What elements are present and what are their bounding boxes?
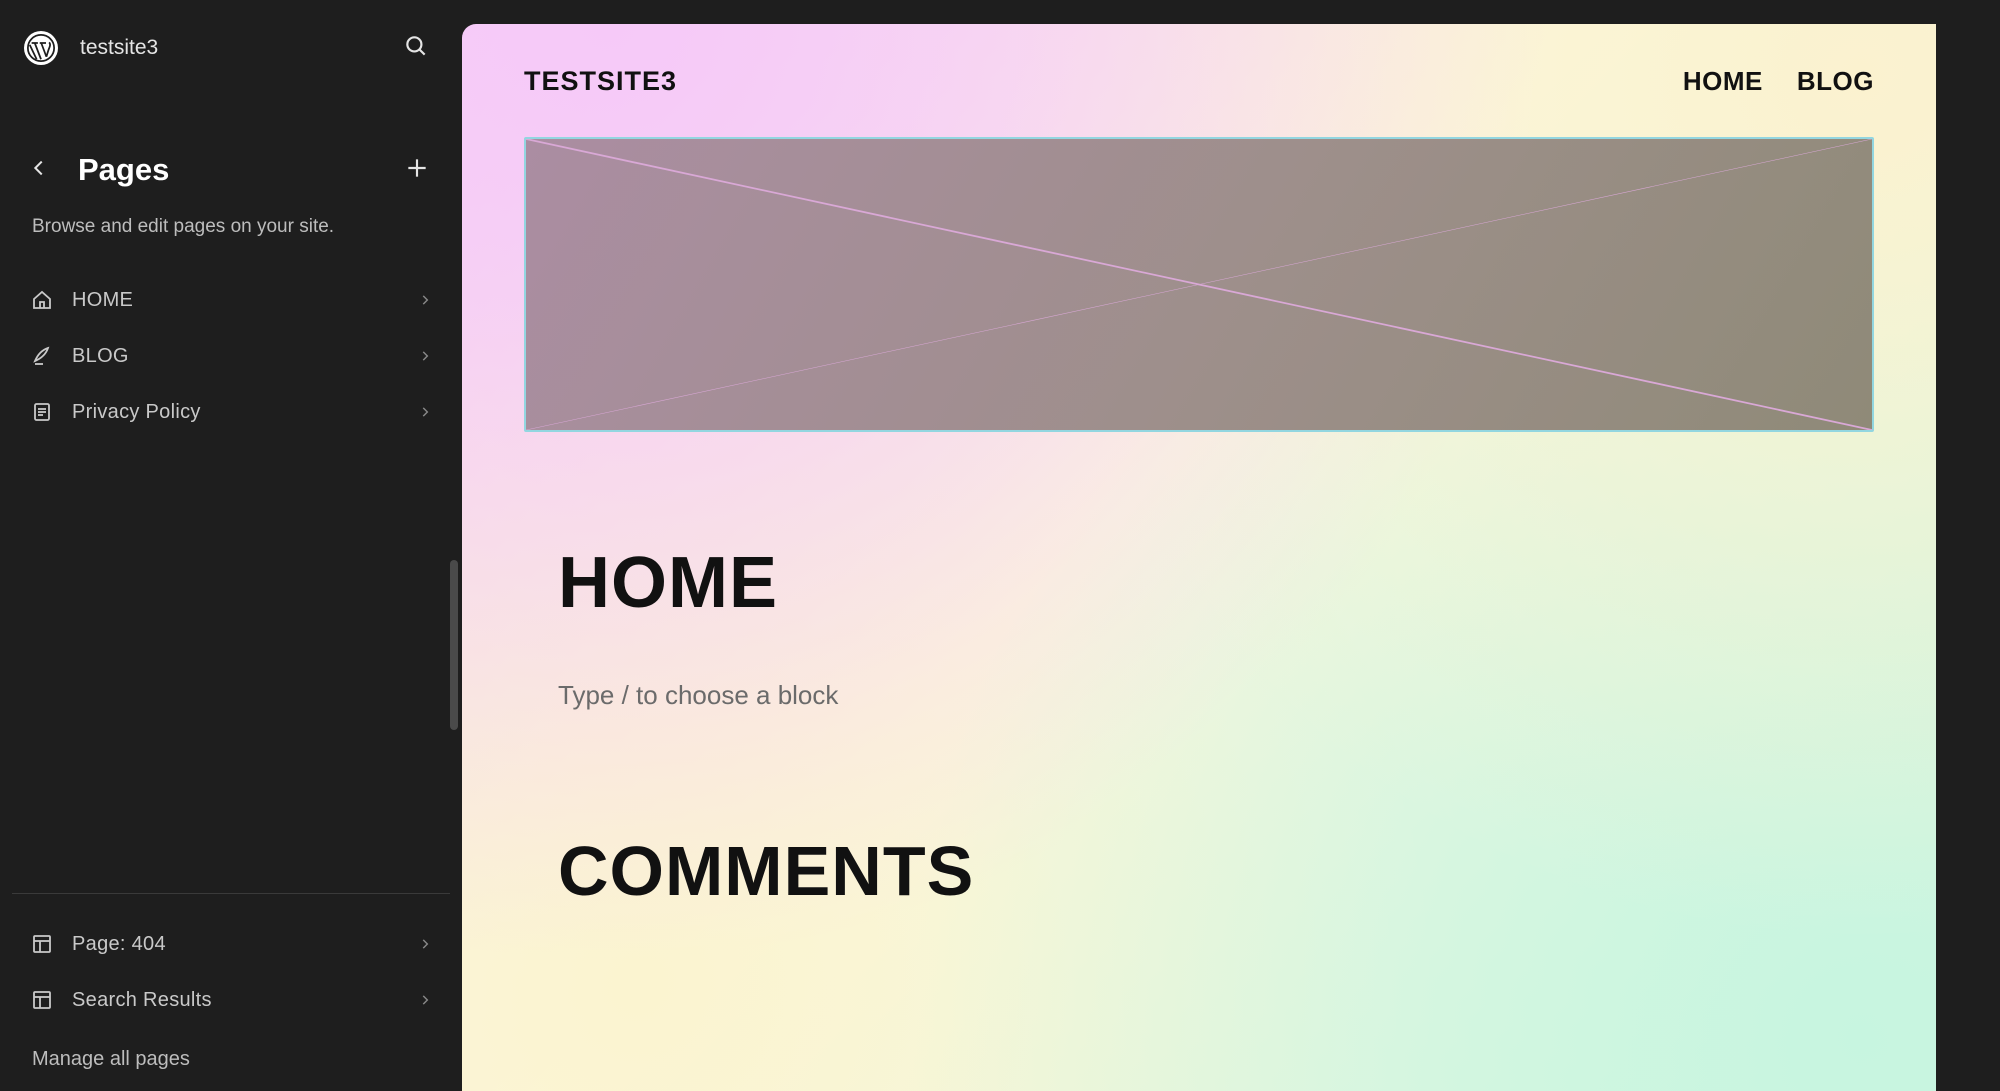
page-item-home[interactable]: HOME [10, 272, 452, 328]
back-button[interactable] [22, 153, 56, 187]
preview-nav-blog[interactable]: BLOG [1797, 66, 1874, 97]
window-right-edge [1936, 24, 1976, 1091]
section-title: Pages [56, 152, 400, 188]
chevron-right-icon [416, 293, 434, 307]
page-item-label: Privacy Policy [56, 401, 416, 424]
section-header: Pages [0, 92, 462, 206]
site-name[interactable]: testsite3 [58, 36, 398, 60]
layout-icon [28, 986, 56, 1014]
chevron-left-icon [28, 157, 50, 184]
scrollbar-thumb[interactable] [450, 560, 458, 730]
search-button[interactable] [398, 30, 434, 66]
featured-image-placeholder[interactable] [524, 137, 1874, 432]
pen-icon [28, 342, 56, 370]
page-item-label: BLOG [56, 345, 416, 368]
section-description: Browse and edit pages on your site. [0, 206, 462, 266]
preview-site-title[interactable]: TESTSITE3 [524, 66, 1683, 97]
page-item-privacy[interactable]: Privacy Policy [10, 384, 452, 440]
preview-page-title[interactable]: HOME [558, 542, 1936, 624]
wordpress-logo-icon[interactable] [24, 31, 58, 65]
preview-nav: HOME BLOG [1683, 66, 1874, 97]
manage-all-pages-link[interactable]: Manage all pages [10, 1028, 452, 1091]
app-root: testsite3 Pages [0, 0, 2000, 1091]
page-item-label: HOME [56, 289, 416, 312]
plus-icon [404, 155, 430, 186]
chevron-right-icon [416, 349, 434, 363]
block-inserter-placeholder[interactable]: Type / to choose a block [558, 680, 1936, 711]
template-item-404[interactable]: Page: 404 [10, 916, 452, 972]
canvas-wrap: TESTSITE3 HOME BLOG HOME Type / to choos… [462, 0, 2000, 1091]
template-item-label: Page: 404 [56, 933, 416, 956]
chevron-right-icon [416, 993, 434, 1007]
preview-site-header: TESTSITE3 HOME BLOG [462, 24, 1936, 127]
page-list: HOME BLOG [0, 266, 462, 440]
layout-icon [28, 930, 56, 958]
template-item-label: Search Results [56, 989, 416, 1012]
sidebar: testsite3 Pages [0, 0, 462, 1091]
preview-comments-heading: COMMENTS [558, 831, 1936, 911]
home-icon [28, 286, 56, 314]
page-item-blog[interactable]: BLOG [10, 328, 452, 384]
chevron-right-icon [416, 405, 434, 419]
editor-canvas[interactable]: TESTSITE3 HOME BLOG HOME Type / to choos… [462, 24, 1936, 1091]
search-icon [403, 33, 429, 64]
document-icon [28, 398, 56, 426]
template-list: Page: 404 Search Results Manage all page… [0, 894, 462, 1091]
add-page-button[interactable] [400, 153, 434, 187]
chevron-right-icon [416, 937, 434, 951]
template-item-search[interactable]: Search Results [10, 972, 452, 1028]
preview-nav-home[interactable]: HOME [1683, 66, 1763, 97]
sidebar-top: testsite3 [0, 12, 462, 92]
